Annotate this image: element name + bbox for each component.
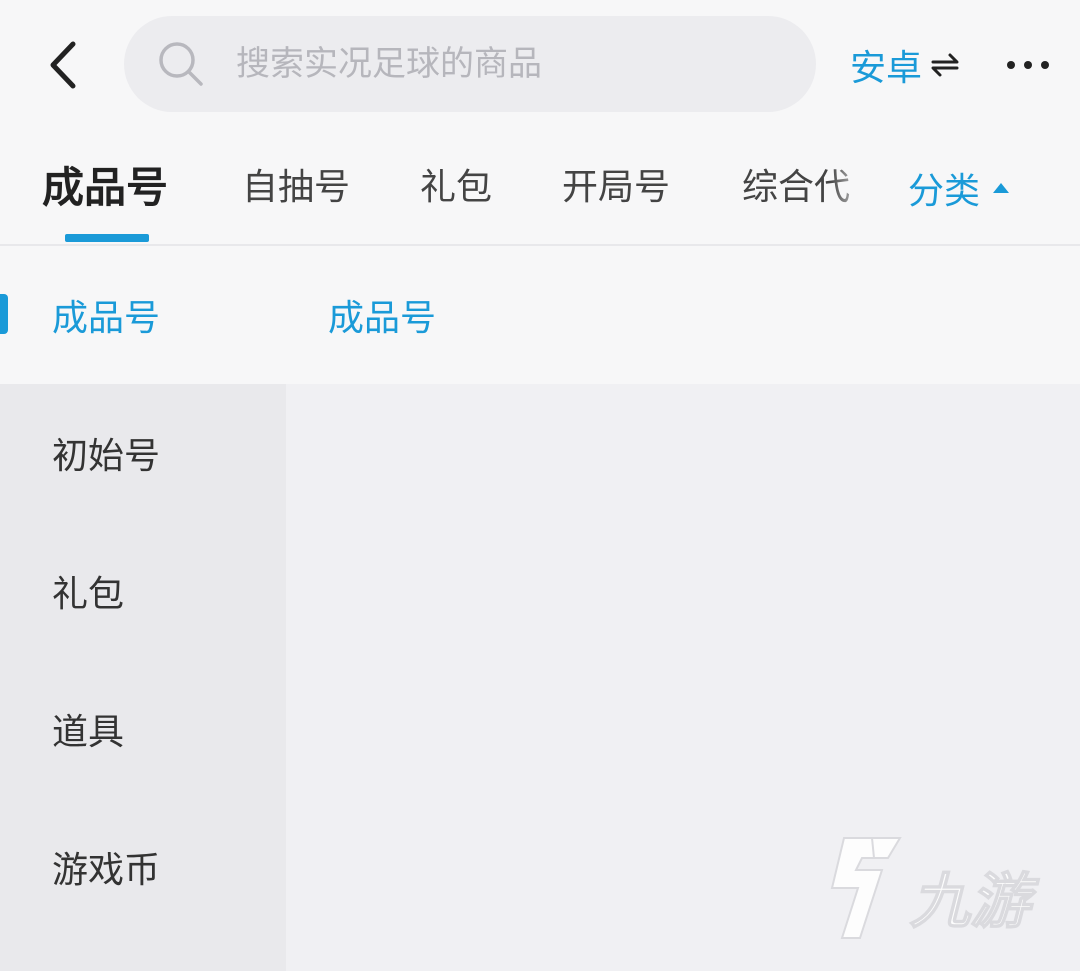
search-box[interactable] bbox=[124, 16, 816, 112]
search-input[interactable] bbox=[236, 34, 796, 94]
more-dots-icon bbox=[1041, 61, 1049, 69]
platform-switch-button[interactable]: 安卓 bbox=[850, 38, 960, 92]
content-section-title[interactable]: 成品号 bbox=[286, 246, 1080, 384]
sidebar-item-libao[interactable]: 礼包 bbox=[0, 522, 286, 660]
search-icon bbox=[156, 39, 206, 89]
sidebar-item-chengpinhao[interactable]: 成品号 bbox=[0, 246, 286, 384]
tab-chengpinhao[interactable]: 成品号 bbox=[42, 160, 168, 216]
platform-label: 安卓 bbox=[850, 48, 923, 89]
more-dots-icon bbox=[1024, 61, 1032, 69]
sidebar-item-youxibi[interactable]: 游戏币 bbox=[0, 798, 286, 936]
back-button[interactable] bbox=[30, 30, 94, 100]
jiuyou-watermark-logo: 九游 bbox=[822, 830, 1052, 950]
category-toggle-label: 分类 bbox=[908, 171, 981, 212]
swap-arrows-icon bbox=[930, 52, 960, 78]
caret-up-icon bbox=[992, 182, 1010, 194]
sidebar-item-label: 初始号 bbox=[52, 436, 161, 477]
chevron-left-icon bbox=[50, 41, 76, 89]
sidebar-item-label: 道具 bbox=[52, 712, 125, 753]
more-button[interactable] bbox=[996, 40, 1060, 90]
sidebar-item-daoju[interactable]: 道具 bbox=[0, 660, 286, 798]
section-title-label: 成品号 bbox=[328, 298, 437, 339]
more-dots-icon bbox=[1007, 61, 1015, 69]
category-toggle-button[interactable]: 分类 bbox=[908, 160, 1010, 216]
sidebar-active-indicator bbox=[0, 294, 8, 334]
tab-kaijuhao[interactable]: 开局号 bbox=[562, 160, 670, 216]
tab-zonghedai[interactable]: 综合代 bbox=[742, 160, 850, 216]
active-tab-indicator bbox=[65, 234, 149, 242]
sidebar-item-label: 礼包 bbox=[52, 574, 125, 615]
sidebar-item-chushihao[interactable]: 初始号 bbox=[0, 384, 286, 522]
sidebar-item-label: 成品号 bbox=[52, 298, 161, 339]
tab-zichouhao[interactable]: 自抽号 bbox=[242, 160, 350, 216]
sidebar-item-label: 游戏币 bbox=[52, 850, 161, 891]
top-bar: 安卓 bbox=[0, 0, 1080, 130]
category-sidebar: 成品号 初始号 礼包 道具 游戏币 bbox=[0, 246, 286, 971]
tab-libao[interactable]: 礼包 bbox=[420, 160, 492, 216]
watermark-text: 九游 bbox=[910, 867, 1040, 937]
